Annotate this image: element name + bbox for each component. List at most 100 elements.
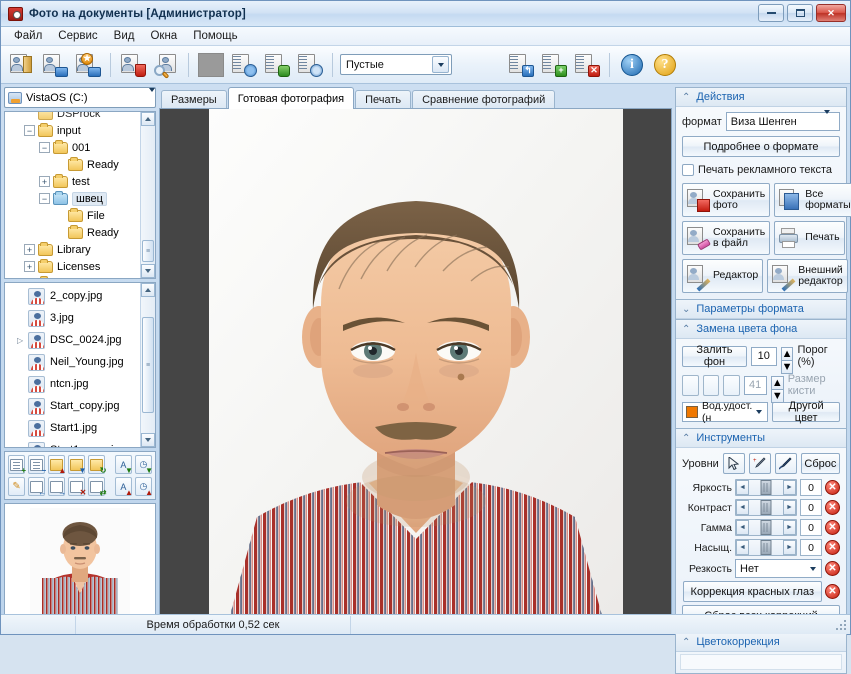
add-item-icon[interactable]: +	[8, 455, 25, 474]
scroll-down-button[interactable]	[141, 264, 155, 278]
tree-node[interactable]: Ready	[5, 156, 155, 173]
actions-section-header[interactable]: ⌃ Действия	[676, 88, 846, 107]
black-point-picker-icon[interactable]	[775, 453, 797, 474]
ad-text-row[interactable]: Печать рекламного текста	[682, 164, 840, 176]
tree-scrollbar[interactable]: ≡	[140, 112, 155, 278]
print-button[interactable]: Печать	[774, 221, 844, 255]
menu-help[interactable]: Помощь	[186, 28, 244, 44]
tab-4[interactable]: Сравнение фотографий	[412, 90, 555, 109]
list-settings-icon[interactable]	[229, 50, 259, 80]
background-color-combo[interactable]: Вод.удост.(н	[682, 402, 768, 422]
save-photo-button[interactable]: Сохранитьфото	[682, 183, 770, 217]
copy-left-icon[interactable]: ←	[28, 477, 45, 496]
list-remove-icon[interactable]: ✕	[572, 50, 602, 80]
menu-service[interactable]: Сервис	[51, 28, 104, 44]
resize-grip[interactable]	[836, 620, 848, 632]
menu-file[interactable]: Файл	[7, 28, 49, 44]
slider-right-arrow[interactable]: ►	[783, 500, 796, 515]
slider-track[interactable]: ◄►	[735, 479, 797, 496]
sort-za-icon[interactable]: A▲	[115, 477, 132, 496]
slider-left-arrow[interactable]: ◄	[736, 500, 749, 515]
list-item[interactable]: Start1.jpg	[5, 417, 155, 439]
list-item[interactable]: Start1_copy.jpg	[5, 439, 155, 448]
slider-value[interactable]: 0	[800, 519, 822, 536]
tree-node[interactable]: +Licenses	[5, 258, 155, 275]
folder-in-icon[interactable]: ▼	[68, 455, 85, 474]
tree-node[interactable]: −швец	[5, 190, 155, 207]
slider-knob[interactable]	[761, 520, 772, 535]
expand-icon[interactable]: +	[24, 261, 35, 272]
color-correction-body[interactable]	[680, 654, 842, 670]
brush-tool-1-button[interactable]	[682, 375, 699, 396]
other-color-button[interactable]: Другой цвет	[772, 402, 840, 422]
threshold-value[interactable]: 10	[751, 347, 777, 366]
slider-value[interactable]: 0	[800, 479, 822, 496]
list-item[interactable]: Start_copy.jpg	[5, 395, 155, 417]
chevron-down-icon[interactable]	[432, 56, 449, 73]
menu-view[interactable]: Вид	[107, 28, 142, 44]
slider-right-arrow[interactable]: ►	[783, 520, 796, 535]
slider-reset-icon[interactable]: ✕	[825, 520, 840, 535]
slider-knob[interactable]	[761, 480, 772, 495]
tree-node[interactable]: +test	[5, 173, 155, 190]
collapse-icon[interactable]: −	[39, 142, 50, 153]
chevron-down-icon[interactable]	[824, 114, 839, 129]
tab-2[interactable]: Готовая фотография	[228, 87, 354, 109]
passport-photo[interactable]	[209, 109, 623, 622]
minimize-button[interactable]	[758, 4, 784, 22]
threshold-stepper[interactable]: ▲▼	[781, 347, 794, 366]
color-correction-header[interactable]: ⌃ Цветокоррекция	[676, 633, 846, 652]
tree-node[interactable]: −001	[5, 139, 155, 156]
list-item[interactable]: ntcn.jpg	[5, 373, 155, 395]
editor-button[interactable]: Редактор	[682, 259, 763, 293]
slider-reset-icon[interactable]: ✕	[825, 480, 840, 495]
new-photo-icon[interactable]: ★	[73, 50, 103, 80]
tree-node[interactable]: Ready	[5, 224, 155, 241]
drive-selector[interactable]: VistaOS (C:)	[4, 87, 156, 108]
brush-tool-3-button[interactable]	[723, 375, 740, 396]
collapse-icon[interactable]: −	[39, 193, 50, 204]
file-list[interactable]: 2_copy.jpg3.jpg▷DSC_0024.jpgNeil_Young.j…	[5, 283, 155, 448]
expand-icon[interactable]: +	[39, 176, 50, 187]
save-to-file-button[interactable]: Сохранитьв файл	[682, 221, 770, 255]
format-details-button[interactable]: Подробнее о формате	[682, 136, 840, 157]
scroll-up-button[interactable]	[141, 112, 155, 126]
photo-canvas[interactable]	[159, 108, 672, 623]
delete-photo-icon[interactable]	[118, 50, 148, 80]
brush-size-stepper[interactable]: ▲▼	[771, 376, 784, 395]
sharpness-combo[interactable]: Нет	[735, 559, 822, 578]
list-person-icon[interactable]	[262, 50, 292, 80]
cursor-icon[interactable]	[723, 453, 745, 474]
slider-track[interactable]: ◄►	[735, 539, 797, 556]
remove-item-icon[interactable]: −	[28, 455, 45, 474]
chevron-down-icon[interactable]	[149, 92, 155, 104]
folder-tree[interactable]: DSProck−input−001Ready+test−швецFileRead…	[5, 112, 155, 279]
format-combo[interactable]: Виза Шенген	[726, 112, 840, 131]
all-formats-button[interactable]: Всеформаты	[774, 183, 851, 217]
slider-left-arrow[interactable]: ◄	[736, 540, 749, 555]
filter-combo[interactable]: Пустые	[340, 54, 452, 75]
expand-icon[interactable]: +	[24, 278, 35, 279]
slider-value[interactable]: 0	[800, 499, 822, 516]
collapse-icon[interactable]: −	[24, 125, 35, 136]
open-photo-icon[interactable]	[7, 50, 37, 80]
brush-tool-2-button[interactable]	[703, 375, 720, 396]
fill-background-button[interactable]: Залить фон	[682, 346, 747, 367]
maximize-button[interactable]	[787, 4, 813, 22]
slider-right-arrow[interactable]: ►	[783, 540, 796, 555]
list-item[interactable]: ▷DSC_0024.jpg	[5, 329, 155, 351]
tree-node[interactable]: +Library	[5, 241, 155, 258]
capture-photo-icon[interactable]	[40, 50, 70, 80]
expand-icon[interactable]: +	[24, 244, 35, 255]
slider-track[interactable]: ◄►	[735, 519, 797, 536]
external-editor-button[interactable]: Внешнийредактор	[767, 259, 848, 293]
scroll-thumb[interactable]: ≡	[142, 240, 154, 262]
time-down-icon[interactable]: ◷▼	[135, 455, 152, 474]
slider-reset-icon[interactable]: ✕	[825, 500, 840, 515]
white-point-picker-icon[interactable]: +	[749, 453, 771, 474]
refresh-folder-icon[interactable]: ↻	[88, 455, 105, 474]
redeye-button[interactable]: Коррекция красных глаз	[683, 581, 822, 602]
scroll-thumb[interactable]: ≡	[142, 317, 154, 413]
copy-right-icon[interactable]: →	[48, 477, 65, 496]
tree-node[interactable]: −input	[5, 122, 155, 139]
